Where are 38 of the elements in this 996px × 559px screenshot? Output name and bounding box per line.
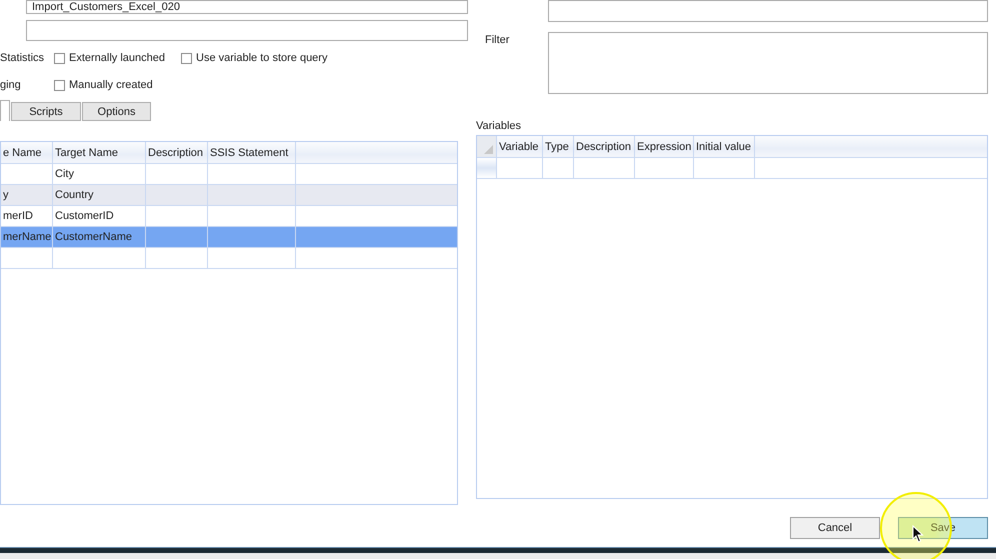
- tab[interactable]: [0, 100, 10, 121]
- option-label: Statistics: [0, 52, 46, 64]
- cancel-button[interactable]: Cancel: [790, 517, 880, 539]
- table-cell: merName: [1, 227, 53, 247]
- column-header[interactable]: Type: [543, 136, 574, 157]
- checkbox[interactable]: [181, 52, 192, 64]
- name-field[interactable]: Import_Customers_Excel_020: [26, 0, 468, 14]
- checkbox-label[interactable]: Manually created: [69, 79, 153, 91]
- table-cell: City: [53, 164, 146, 184]
- column-header[interactable]: Expression: [635, 136, 694, 157]
- table-row[interactable]: y Country: [1, 185, 457, 206]
- column-header[interactable]: Target Name: [53, 142, 146, 163]
- checkbox[interactable]: [54, 52, 65, 64]
- filter-label: Filter: [484, 34, 510, 48]
- text-area[interactable]: [548, 0, 988, 22]
- option-label: ging: [0, 79, 22, 91]
- filter-field[interactable]: [548, 32, 988, 94]
- column-header[interactable]: e Name: [1, 142, 53, 163]
- text-field[interactable]: [26, 20, 468, 41]
- column-header[interactable]: SSIS Statement: [208, 142, 296, 163]
- checkbox[interactable]: [54, 80, 65, 90]
- table-cell: CustomerID: [53, 206, 146, 226]
- tab[interactable]: Options: [82, 102, 151, 121]
- table-cell: CustomerName: [53, 227, 146, 247]
- column-header[interactable]: Initial value: [694, 136, 755, 157]
- checkbox-label[interactable]: Use variable to store query: [196, 52, 328, 64]
- column-header[interactable]: Variable: [497, 136, 543, 157]
- mouse-pointer-icon: [912, 525, 924, 543]
- checkbox-label[interactable]: Externally launched: [69, 52, 166, 64]
- column-header[interactable]: Description: [146, 142, 208, 163]
- table-cell: merID: [1, 206, 53, 226]
- table-cell: Country: [53, 185, 146, 205]
- table-cell: y: [1, 185, 53, 205]
- triangle-icon: [484, 145, 493, 154]
- tab[interactable]: Scripts: [11, 102, 81, 121]
- variables-label: Variables: [476, 120, 522, 133]
- table-row[interactable]: merName CustomerName: [1, 227, 457, 248]
- column-header[interactable]: Description: [574, 136, 635, 157]
